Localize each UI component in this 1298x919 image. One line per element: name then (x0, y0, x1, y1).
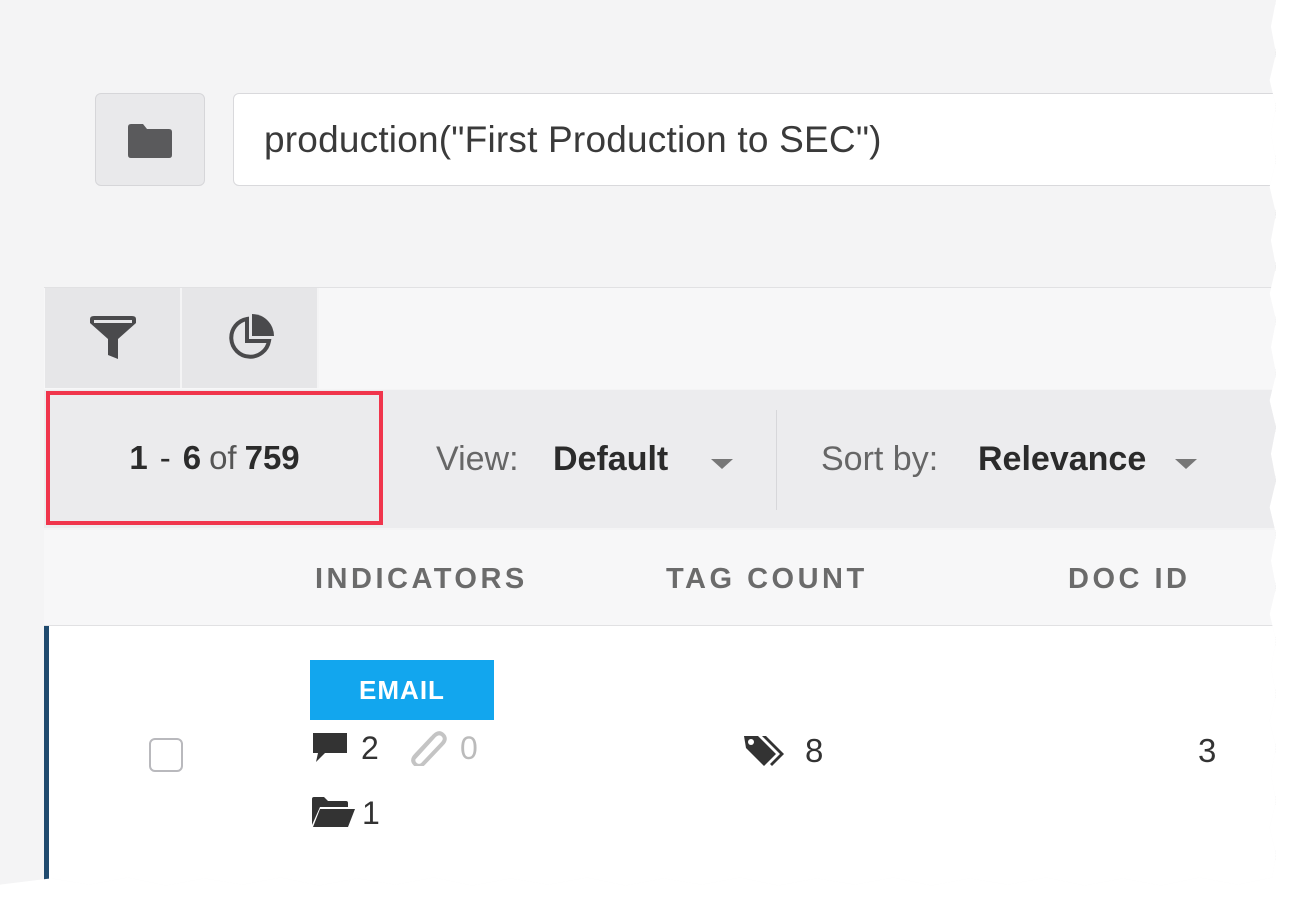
column-header-indicators[interactable]: INDICATORS (315, 563, 528, 596)
folder-icon (128, 123, 172, 158)
folder-count: 1 (362, 795, 380, 831)
search-input[interactable]: production("First Production to SEC") (233, 93, 1276, 186)
results-total: 759 (244, 439, 300, 476)
folder-button[interactable] (95, 93, 205, 186)
search-query: production("First Production to SEC") (264, 118, 882, 160)
comment-count: 2 (361, 730, 379, 766)
sort-dropdown[interactable]: Relevance (978, 440, 1146, 479)
table-row[interactable] (44, 626, 1276, 886)
sort-caret-icon[interactable] (1175, 459, 1197, 469)
tab-analytics[interactable] (182, 288, 319, 388)
tag-count-value: 8 (805, 732, 824, 769)
document-type-badge: EMAIL (310, 660, 494, 720)
comment-icon (313, 733, 347, 762)
results-start: 1 (129, 439, 148, 476)
attachment-count: 0 (460, 730, 478, 766)
results-end: 6 (182, 439, 202, 476)
sort-label: Sort by: (821, 440, 939, 478)
doc-id-value: 3 (1198, 732, 1217, 769)
page: production("First Production to SEC") 1 … (0, 0, 1276, 886)
column-header-doc-id[interactable]: DOC ID (1068, 563, 1191, 596)
pie-chart-icon (228, 314, 274, 359)
tab-filters[interactable] (45, 288, 182, 388)
toolbar-divider (776, 410, 777, 510)
results-dash: - (159, 439, 171, 476)
view-label: View: (436, 440, 519, 478)
column-header-tag-count[interactable]: TAG COUNT (666, 563, 868, 596)
view-caret-icon[interactable] (711, 459, 733, 469)
results-of: of (209, 439, 237, 476)
funnel-icon (89, 316, 136, 359)
view-dropdown[interactable]: Default (553, 440, 668, 479)
paperclip-icon (411, 731, 447, 766)
row-checkbox[interactable] (149, 738, 183, 772)
folder-open-icon (312, 797, 355, 827)
results-count: 1 - 6 of 759 (46, 391, 383, 525)
tag-icon (744, 736, 784, 766)
